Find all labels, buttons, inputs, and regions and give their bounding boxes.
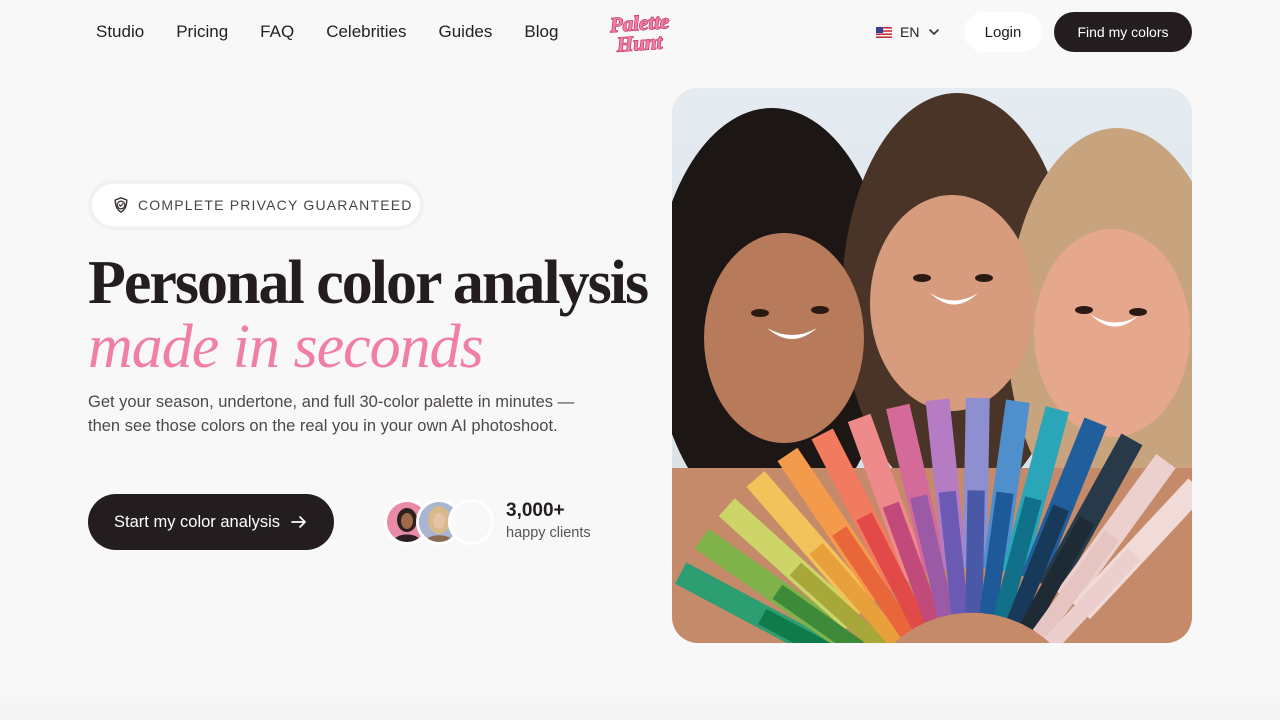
hero-photo [672,88,1192,643]
start-button-label: Start my color analysis [114,512,280,531]
find-my-colors-button[interactable]: Find my colors [1054,12,1192,52]
hero-subtitle: Get your season, undertone, and full 30-… [88,393,575,435]
start-color-analysis-button[interactable]: Start my color analysis [88,494,334,550]
nav-link-guides[interactable]: Guides [439,21,493,43]
nav-link-celebrities[interactable]: Celebrities [326,21,406,43]
nav-link-studio[interactable]: Studio [96,21,144,43]
section-divider [0,690,1280,720]
client-avatars [384,499,496,545]
privacy-badge-text: COMPLETE PRIVACY GUARANTEED [138,197,413,213]
top-nav: Studio Pricing FAQ Celebrities Guides Bl… [0,0,1280,64]
nav-link-blog[interactable]: Blog [524,21,558,43]
hero-title: Personal color analysis [88,249,649,317]
us-flag-icon [876,26,892,38]
nav-link-faq[interactable]: FAQ [260,21,294,43]
clients-label: happy clients [506,525,591,541]
avatar [448,499,494,545]
privacy-badge: COMPLETE PRIVACY GUARANTEED [88,180,424,230]
chevron-down-icon [927,25,941,39]
arrow-right-icon [290,513,308,531]
hero-title-accent: made in seconds [88,313,484,381]
shield-check-icon [112,196,130,214]
palette-hunt-logo[interactable]: Palette Hunt [600,10,680,54]
language-selector[interactable]: EN [876,22,941,42]
svg-text:Hunt: Hunt [615,29,664,54]
nav-links: Studio Pricing FAQ Celebrities Guides Bl… [96,21,558,43]
nav-link-pricing[interactable]: Pricing [176,21,228,43]
clients-count: 3,000+ [506,500,565,521]
language-code: EN [900,24,920,40]
login-button[interactable]: Login [964,12,1042,52]
